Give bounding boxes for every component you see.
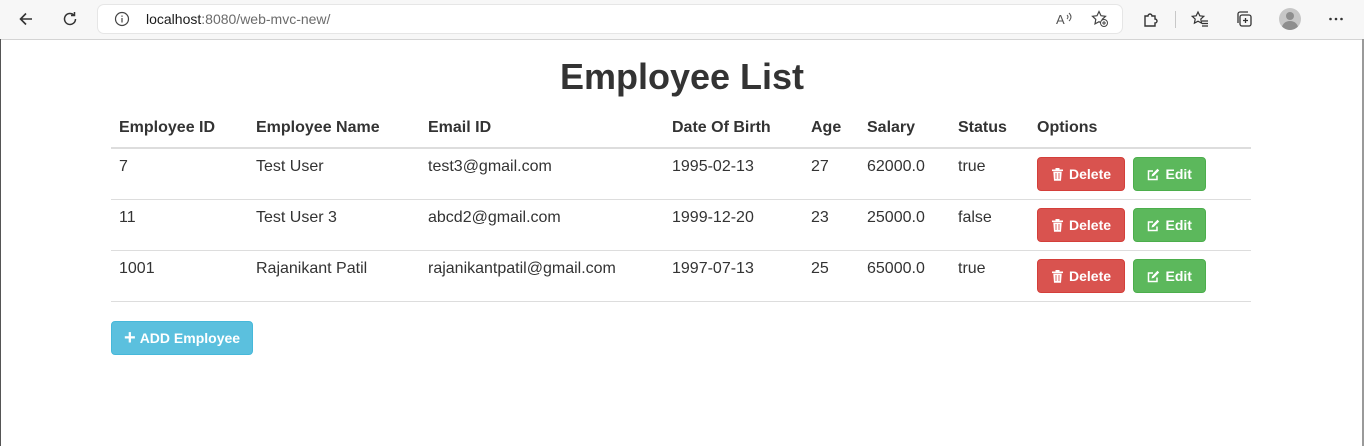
cell-status: true bbox=[950, 250, 1029, 302]
refresh-icon bbox=[63, 12, 77, 26]
cell-salary: 25000.0 bbox=[859, 199, 950, 251]
table-row: 11 Test User 3 abcd2@gmail.com 1999-12-2… bbox=[111, 199, 1251, 251]
delete-button[interactable]: Delete bbox=[1037, 208, 1126, 242]
cell-dob: 1997-07-13 bbox=[664, 250, 803, 302]
edit-button[interactable]: Edit bbox=[1133, 208, 1206, 242]
cell-email: rajanikantpatil@gmail.com bbox=[420, 250, 664, 302]
page-title: Employee List bbox=[559, 56, 805, 97]
profile-avatar[interactable] bbox=[1279, 8, 1301, 30]
column-header-salary: Salary bbox=[859, 108, 950, 149]
cell-salary: 62000.0 bbox=[859, 148, 950, 200]
delete-button[interactable]: Delete bbox=[1037, 259, 1126, 293]
favorites-button[interactable] bbox=[1186, 6, 1214, 32]
column-header-options: Options bbox=[1029, 108, 1251, 149]
edit-label: Edit bbox=[1165, 217, 1192, 233]
trash-icon bbox=[1052, 218, 1063, 232]
address-bar[interactable]: localhost:8080/web-mvc-new/ A bbox=[98, 5, 1122, 33]
read-aloud-icon[interactable]: A bbox=[1055, 10, 1073, 28]
collections-icon bbox=[1237, 11, 1252, 27]
cell-age: 27 bbox=[803, 148, 859, 200]
column-header-email: Email ID bbox=[420, 108, 664, 149]
trash-icon bbox=[1052, 269, 1063, 283]
edit-label: Edit bbox=[1165, 166, 1192, 182]
url-text[interactable]: localhost:8080/web-mvc-new/ bbox=[146, 11, 330, 27]
svg-text:A: A bbox=[1056, 12, 1065, 27]
column-header-dob: Date Of Birth bbox=[664, 108, 803, 149]
column-header-employee-name: Employee Name bbox=[248, 108, 420, 149]
edit-button[interactable]: Edit bbox=[1133, 157, 1206, 191]
delete-label: Delete bbox=[1069, 217, 1112, 233]
plus-icon: + bbox=[124, 327, 136, 349]
collections-button[interactable] bbox=[1230, 6, 1258, 32]
edit-icon bbox=[1148, 168, 1160, 180]
cell-salary: 65000.0 bbox=[859, 250, 950, 302]
edit-icon bbox=[1148, 270, 1160, 282]
cell-employee-name: Test User bbox=[248, 148, 420, 200]
avatar-head bbox=[1286, 12, 1294, 20]
cell-options: Delete Edit bbox=[1029, 199, 1251, 251]
info-icon[interactable] bbox=[114, 11, 130, 27]
cell-employee-name: Rajanikant Patil bbox=[248, 250, 420, 302]
cell-employee-id: 7 bbox=[111, 148, 248, 200]
table-row: 7 Test User test3@gmail.com 1995-02-13 2… bbox=[111, 148, 1251, 200]
cell-age: 25 bbox=[803, 250, 859, 302]
avatar-body bbox=[1282, 21, 1298, 30]
cell-options: Delete Edit bbox=[1029, 250, 1251, 302]
add-employee-button[interactable]: + ADD Employee bbox=[111, 321, 254, 355]
table-row: 1001 Rajanikant Patil rajanikantpatil@gm… bbox=[111, 250, 1251, 302]
back-button[interactable] bbox=[12, 6, 40, 32]
cell-status: true bbox=[950, 148, 1029, 200]
cell-employee-name: Test User 3 bbox=[248, 199, 420, 251]
delete-label: Delete bbox=[1069, 268, 1112, 284]
edit-label: Edit bbox=[1165, 268, 1192, 284]
window-edge-left bbox=[0, 39, 1, 446]
favorites-icon bbox=[1191, 10, 1208, 27]
toolbar-separator bbox=[1175, 11, 1176, 28]
delete-button[interactable]: Delete bbox=[1037, 157, 1126, 191]
more-icon bbox=[1329, 17, 1343, 21]
column-header-status: Status bbox=[950, 108, 1029, 149]
extensions-icon bbox=[1144, 13, 1158, 27]
cell-employee-id: 1001 bbox=[111, 250, 248, 302]
cell-employee-id: 11 bbox=[111, 199, 248, 251]
edit-icon bbox=[1148, 219, 1160, 231]
edit-button[interactable]: Edit bbox=[1133, 259, 1206, 293]
cell-email: abcd2@gmail.com bbox=[420, 199, 664, 251]
refresh-button[interactable] bbox=[56, 6, 84, 32]
cell-dob: 1999-12-20 bbox=[664, 199, 803, 251]
cell-email: test3@gmail.com bbox=[420, 148, 664, 200]
column-header-age: Age bbox=[803, 108, 859, 149]
table-header-row: Employee ID Employee Name Email ID Date … bbox=[111, 108, 1251, 149]
employee-table: Employee ID Employee Name Email ID Date … bbox=[111, 108, 1251, 302]
cell-age: 23 bbox=[803, 199, 859, 251]
extensions-button[interactable] bbox=[1137, 6, 1165, 32]
delete-label: Delete bbox=[1069, 166, 1112, 182]
more-button[interactable] bbox=[1322, 6, 1350, 32]
url-host: localhost bbox=[146, 11, 202, 27]
add-employee-label: ADD Employee bbox=[139, 330, 241, 346]
add-favorite-icon[interactable] bbox=[1091, 10, 1109, 28]
back-icon bbox=[19, 12, 32, 26]
trash-icon bbox=[1052, 167, 1063, 181]
cell-status: false bbox=[950, 199, 1029, 251]
url-path: :8080/web-mvc-new/ bbox=[201, 11, 331, 27]
cell-options: Delete Edit bbox=[1029, 148, 1251, 200]
column-header-employee-id: Employee ID bbox=[111, 108, 248, 149]
cell-dob: 1995-02-13 bbox=[664, 148, 803, 200]
browser-toolbar: localhost:8080/web-mvc-new/ A bbox=[0, 0, 1364, 40]
